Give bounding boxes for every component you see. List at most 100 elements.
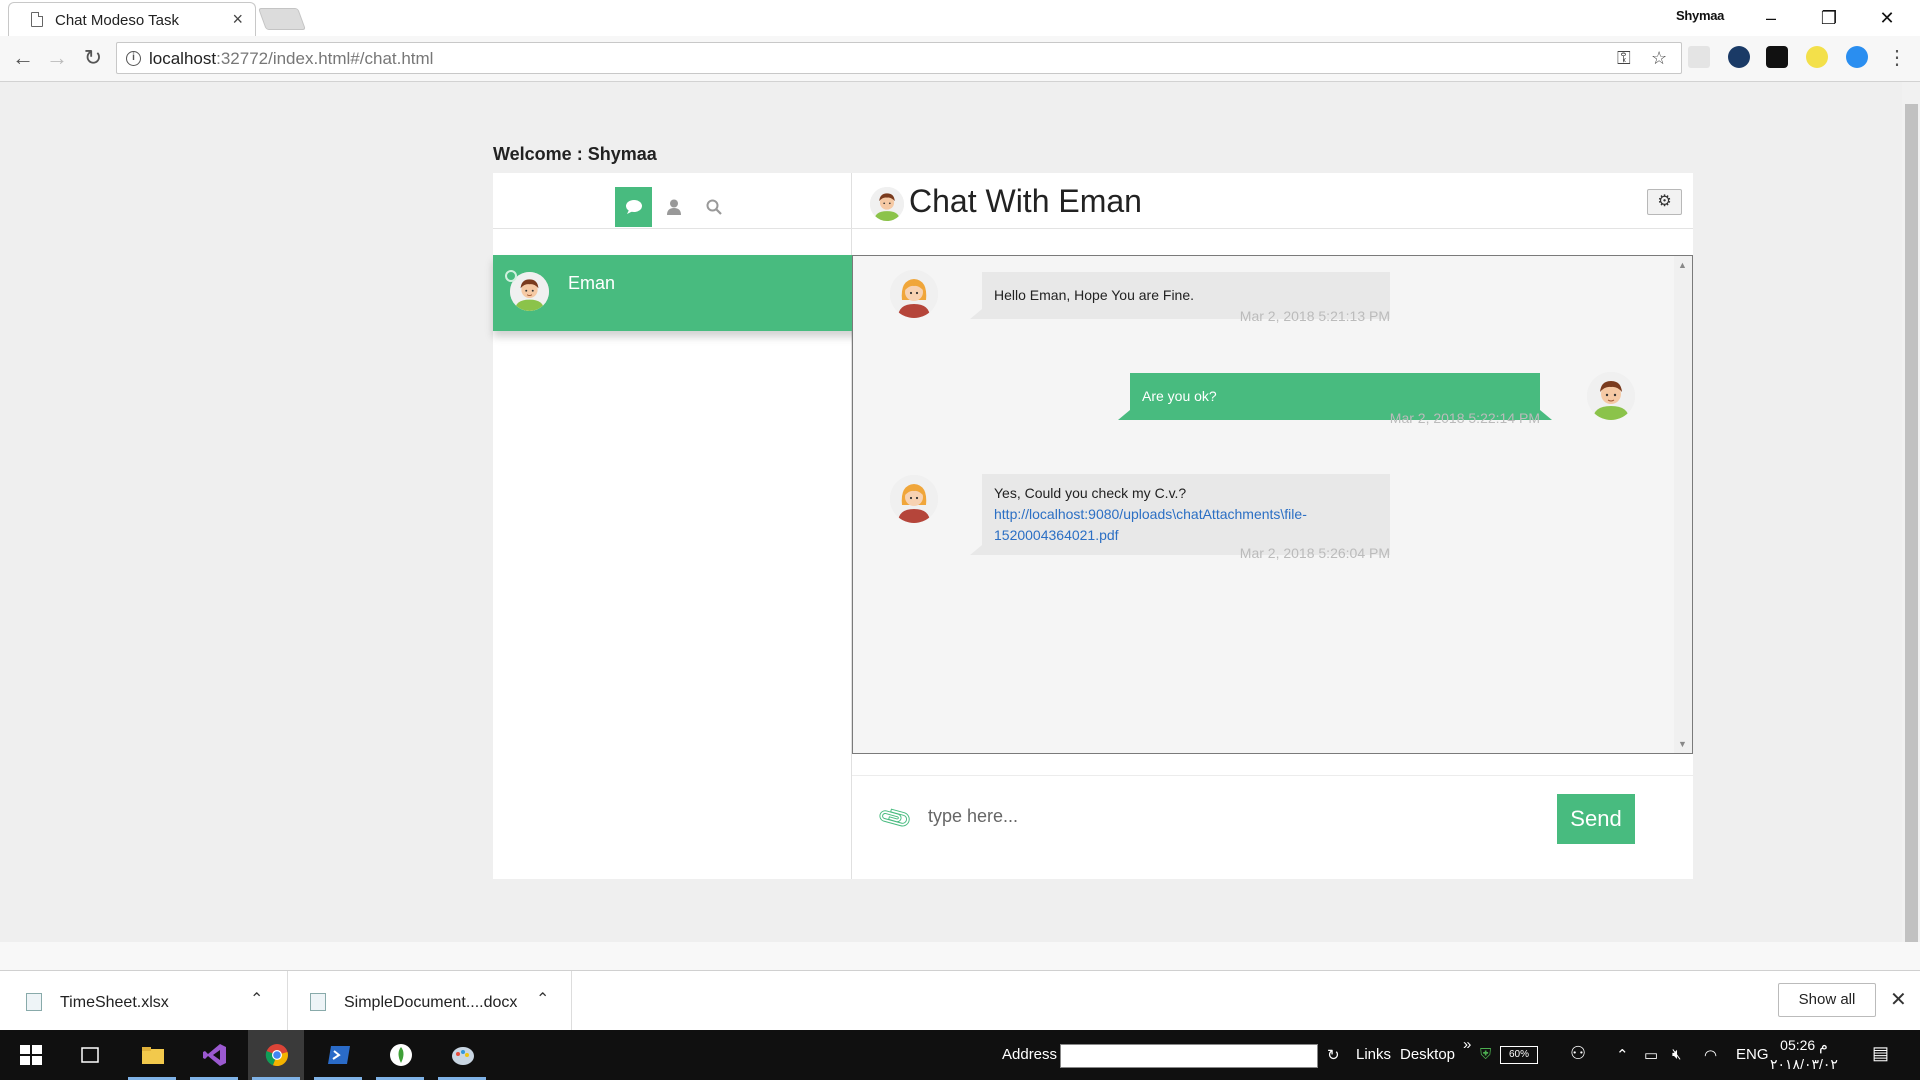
close-icon[interactable]: ✕	[1890, 987, 1907, 1012]
message-composer: 📎︎ Send	[852, 775, 1693, 879]
message-list[interactable]: Hello Eman, Hope You are Fine. Mar 2, 20…	[852, 255, 1693, 754]
file-explorer-icon[interactable]	[124, 1030, 180, 1080]
message-timestamp: Mar 2, 2018 5:22:14 PM	[1389, 410, 1540, 426]
chat-bubble-icon	[625, 200, 642, 214]
address-toolbar-input[interactable]	[1060, 1044, 1318, 1068]
lightbulb-icon[interactable]	[1806, 46, 1828, 68]
desktop-toolbar[interactable]: Desktop	[1400, 1046, 1455, 1063]
attachment-link[interactable]: http://localhost:9080/uploads\chatAttach…	[994, 506, 1307, 543]
minimize-button[interactable]: –	[1742, 2, 1800, 34]
message-text: Are you ok?	[1142, 388, 1217, 404]
back-button[interactable]: ←	[10, 45, 36, 71]
scroll-down-icon[interactable]: ▼	[1678, 739, 1687, 749]
refresh-icon[interactable]: ↻	[1327, 1046, 1340, 1064]
chat-panel: Chat With Eman ⚙ Hello Eman, Hope You ar…	[852, 173, 1693, 879]
tab-users[interactable]	[655, 187, 692, 227]
info-icon[interactable]: i	[126, 51, 141, 66]
send-button[interactable]: Send	[1557, 794, 1635, 844]
contact-item[interactable]: Eman	[493, 255, 863, 331]
download-name: TimeSheet.xlsx	[60, 994, 169, 1011]
toolbar-chevron[interactable]: »	[1463, 1036, 1471, 1053]
download-item[interactable]: TimeSheet.xlsx ⌃	[0, 971, 288, 1031]
tab-search[interactable]	[695, 187, 732, 227]
new-tab-button[interactable]	[257, 8, 307, 30]
clock-time: 05:26 م	[1780, 1037, 1828, 1053]
settings-button[interactable]: ⚙	[1647, 189, 1682, 215]
restore-button[interactable]: ❐	[1800, 2, 1858, 34]
tab-close-icon[interactable]: ×	[232, 9, 243, 30]
chrome-icon[interactable]	[248, 1030, 304, 1080]
avatar	[1587, 372, 1635, 420]
contacts-sidebar: Eman	[493, 173, 863, 879]
tab-chats[interactable]	[615, 187, 652, 227]
paperclip-icon[interactable]: 📎︎	[875, 798, 916, 838]
page-icon	[31, 12, 43, 27]
chevron-up-icon[interactable]: ⌃	[250, 989, 263, 1009]
tab-title: Chat Modeso Task	[55, 12, 179, 29]
online-status-icon	[505, 270, 517, 282]
sidebar-tabs	[493, 173, 852, 229]
browser-tab-bar: Chat Modeso Task × Shymaa – ❐ ✕	[0, 0, 1920, 36]
grammarly-icon[interactable]	[1728, 46, 1750, 68]
key-icon[interactable]: ⚿	[1617, 48, 1631, 69]
avatar	[870, 187, 904, 221]
browser-tab[interactable]: Chat Modeso Task ×	[8, 2, 256, 36]
page-scrollbar-thumb[interactable]	[1905, 104, 1918, 944]
avatar	[890, 475, 938, 523]
scroll-up-icon[interactable]: ▲	[1678, 260, 1687, 270]
user-icon	[666, 199, 681, 215]
language-indicator[interactable]: ENG	[1736, 1046, 1769, 1063]
message-input[interactable]	[928, 796, 1528, 836]
search-icon	[706, 199, 722, 215]
message-timestamp: Mar 2, 2018 5:21:13 PM	[1239, 308, 1390, 324]
chat-header: Chat With Eman ⚙	[852, 173, 1693, 229]
chevron-up-icon[interactable]: ⌃	[536, 989, 549, 1009]
page-scrollbar[interactable]	[1902, 82, 1920, 970]
zoom-icon[interactable]	[1846, 46, 1868, 68]
visual-studio-icon[interactable]	[186, 1030, 242, 1080]
powershell-icon[interactable]	[310, 1030, 366, 1080]
battery-indicator[interactable]: 60%	[1500, 1046, 1538, 1064]
system-clock[interactable]: 05:26 م ٢٠١٨/٠٣/٠٢	[1770, 1036, 1838, 1074]
camera-icon[interactable]	[1688, 46, 1710, 68]
download-name: SimpleDocument....docx	[344, 994, 518, 1011]
task-view-icon[interactable]	[62, 1030, 118, 1080]
message-text: Hello Eman, Hope You are Fine.	[994, 287, 1195, 303]
address-label: Address	[1002, 1046, 1058, 1063]
wifi-icon[interactable]: ◠	[1704, 1046, 1717, 1064]
links-toolbar[interactable]: Links	[1356, 1046, 1391, 1063]
address-bar[interactable]: i localhost:32772/index.html#/chat.html …	[116, 42, 1682, 74]
mongodb-icon[interactable]	[372, 1030, 428, 1080]
star-icon[interactable]: ☆	[1651, 48, 1667, 69]
word-file-icon	[310, 993, 326, 1011]
clock-date: ٢٠١٨/٠٣/٠٢	[1770, 1056, 1838, 1072]
profile-name[interactable]: Shymaa	[1676, 8, 1724, 23]
volume-mute-icon[interactable]: 🔇︎	[1672, 1046, 1681, 1063]
url-text[interactable]: localhost:32772/index.html#/chat.html	[149, 49, 433, 69]
download-item[interactable]: SimpleDocument....docx ⌃	[288, 971, 572, 1031]
paint-icon[interactable]	[434, 1030, 490, 1080]
show-all-button[interactable]: Show all	[1778, 983, 1876, 1017]
windows-taskbar: Address ↻ Links Desktop » ⛨ 60% ⚇ ⌃ ▭ 🔇︎…	[0, 1030, 1920, 1080]
reload-button[interactable]: ↻	[80, 45, 106, 71]
message-bubble: Yes, Could you check my C.v.? http://loc…	[970, 474, 1390, 555]
forward-button[interactable]: →	[44, 45, 70, 71]
page-bottom-strip	[0, 942, 1920, 970]
close-window-button[interactable]: ✕	[1858, 2, 1916, 34]
download-shelf: TimeSheet.xlsx ⌃ SimpleDocument....docx …	[0, 970, 1920, 1031]
excel-file-icon	[26, 993, 42, 1011]
lock-extension-icon[interactable]	[1766, 46, 1788, 68]
people-icon[interactable]: ⚇	[1570, 1043, 1586, 1064]
chevron-up-icon[interactable]: ⌃	[1616, 1046, 1629, 1064]
windows-start-icon[interactable]	[2, 1030, 58, 1080]
power-icon[interactable]: ▭	[1644, 1046, 1658, 1064]
notifications-icon[interactable]: ▤	[1872, 1043, 1889, 1064]
message-timestamp: Mar 2, 2018 5:26:04 PM	[1239, 545, 1390, 561]
menu-icon[interactable]: ⋮	[1884, 45, 1910, 71]
contact-name: Eman	[568, 273, 616, 293]
page-content: Welcome : Shymaa Eman Chat With Eman ⚙ H…	[0, 82, 1902, 942]
shield-icon[interactable]: ⛨	[1480, 1046, 1491, 1063]
message-scrollbar[interactable]: ▲ ▼	[1674, 256, 1692, 753]
welcome-text: Welcome : Shymaa	[493, 144, 657, 164]
chat-title: Chat With Eman	[909, 183, 1142, 219]
